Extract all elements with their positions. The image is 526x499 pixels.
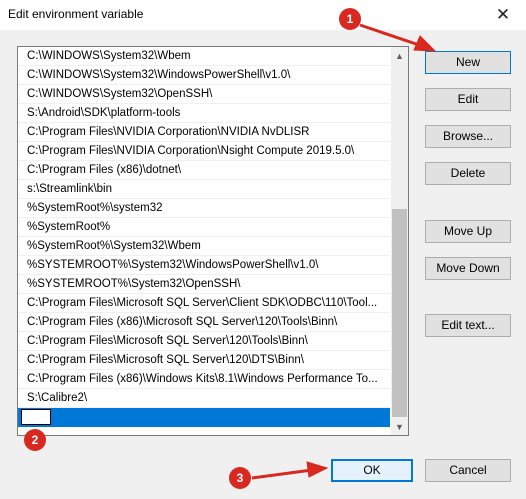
path-list-item[interactable]: C:\Program Files\Microsoft SQL Server\Cl…	[18, 294, 390, 313]
step-3-marker: 3	[229, 467, 251, 489]
path-list-item[interactable]: C:\Program Files (x86)\Windows Kits\8.1\…	[18, 370, 390, 389]
step-2-marker: 2	[24, 429, 46, 451]
path-list-item[interactable]: s:\Streamlink\bin	[18, 180, 390, 199]
browse-button[interactable]: Browse...	[425, 125, 511, 148]
path-list-item[interactable]: S:\Android\SDK\platform-tools	[18, 104, 390, 123]
close-icon: ✕	[495, 5, 511, 24]
path-list-item[interactable]: C:\WINDOWS\System32\OpenSSH\	[18, 85, 390, 104]
path-list-item[interactable]: %SystemRoot%\System32\Wbem	[18, 237, 390, 256]
close-button[interactable]: ✕	[480, 0, 526, 30]
edit-button[interactable]: Edit	[425, 88, 511, 111]
path-list-item-new[interactable]	[18, 408, 390, 427]
cancel-button[interactable]: Cancel	[425, 459, 511, 482]
scroll-thumb[interactable]	[392, 209, 407, 417]
step-1-marker: 1	[339, 8, 361, 30]
title-bar: Edit environment variable ✕	[0, 0, 526, 30]
path-list[interactable]: C:\WINDOWS\System32\Wbem C:\WINDOWS\Syste…	[17, 46, 409, 436]
path-list-item[interactable]: %SystemRoot%\system32	[18, 199, 390, 218]
path-list-item[interactable]: %SYSTEMROOT%\System32\WindowsPowerShell\…	[18, 256, 390, 275]
move-up-button[interactable]: Move Up	[425, 220, 511, 243]
path-list-rows: C:\WINDOWS\System32\Wbem C:\WINDOWS\Syste…	[18, 47, 390, 427]
move-down-button[interactable]: Move Down	[425, 257, 511, 280]
ok-button[interactable]: OK	[331, 459, 413, 482]
delete-button[interactable]: Delete	[425, 162, 511, 185]
path-list-item[interactable]: C:\Program Files (x86)\Microsoft SQL Ser…	[18, 313, 390, 332]
path-list-item[interactable]: C:\Program Files (x86)\dotnet\	[18, 161, 390, 180]
scroll-down-icon[interactable]: ▼	[391, 418, 408, 435]
path-list-item[interactable]: C:\WINDOWS\System32\WindowsPowerShell\v1…	[18, 66, 390, 85]
path-list-item[interactable]: C:\WINDOWS\System32\Wbem	[18, 47, 390, 66]
path-list-item[interactable]: C:\Program Files\Microsoft SQL Server\12…	[18, 332, 390, 351]
path-list-item[interactable]: %SYSTEMROOT%\System32\OpenSSH\	[18, 275, 390, 294]
window-title: Edit environment variable	[8, 7, 144, 21]
scroll-up-icon[interactable]: ▲	[391, 47, 408, 64]
path-list-item[interactable]: C:\Program Files\NVIDIA Corporation\NVID…	[18, 123, 390, 142]
edit-text-button[interactable]: Edit text...	[425, 314, 511, 337]
path-list-item[interactable]: C:\Program Files\NVIDIA Corporation\Nsig…	[18, 142, 390, 161]
path-list-item[interactable]: %SystemRoot%	[18, 218, 390, 237]
vertical-scrollbar[interactable]: ▲ ▼	[391, 47, 408, 435]
path-list-item[interactable]: S:\Calibre2\	[18, 389, 390, 408]
new-button[interactable]: New	[425, 51, 511, 74]
new-entry-edit-field[interactable]	[21, 408, 51, 425]
path-list-item[interactable]: C:\Program Files\Microsoft SQL Server\12…	[18, 351, 390, 370]
